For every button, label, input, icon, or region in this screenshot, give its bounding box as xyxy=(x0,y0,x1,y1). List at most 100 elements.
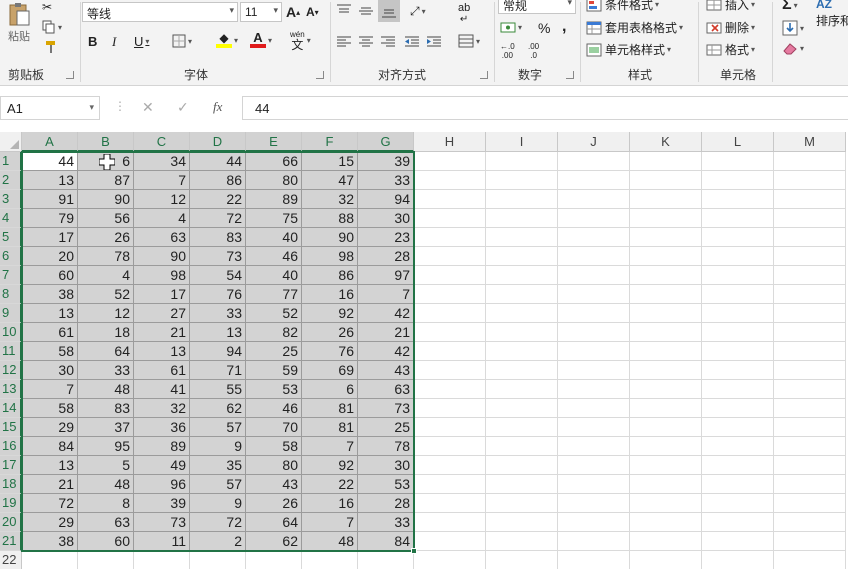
cell-k2[interactable] xyxy=(630,171,702,190)
underline-button[interactable]: U ▾ xyxy=(134,34,149,49)
cell-f5[interactable]: 90 xyxy=(302,228,358,247)
cell-f12[interactable]: 69 xyxy=(302,361,358,380)
autosum-button[interactable]: Σ ▾ xyxy=(782,0,798,14)
cell-g17[interactable]: 30 xyxy=(358,456,414,475)
cell-f20[interactable]: 7 xyxy=(302,513,358,532)
cell-g13[interactable]: 63 xyxy=(358,380,414,399)
cell-f7[interactable]: 86 xyxy=(302,266,358,285)
cell-a18[interactable]: 21 xyxy=(22,475,78,494)
cell-f18[interactable]: 22 xyxy=(302,475,358,494)
cell-l2[interactable] xyxy=(702,171,774,190)
cell-m15[interactable] xyxy=(774,418,846,437)
enter-icon[interactable]: ✓ xyxy=(177,99,189,116)
align-right-icon[interactable] xyxy=(380,36,396,48)
cell-l3[interactable] xyxy=(702,190,774,209)
cell-c6[interactable]: 90 xyxy=(134,247,190,266)
cell-f21[interactable]: 48 xyxy=(302,532,358,551)
row-header-21[interactable]: 21 xyxy=(0,532,22,551)
cell-i13[interactable] xyxy=(486,380,558,399)
cell-c9[interactable]: 27 xyxy=(134,304,190,323)
cell-a20[interactable]: 29 xyxy=(22,513,78,532)
cell-k11[interactable] xyxy=(630,342,702,361)
cell-k6[interactable] xyxy=(630,247,702,266)
cell-m16[interactable] xyxy=(774,437,846,456)
number-launcher-icon[interactable] xyxy=(566,71,574,79)
cell-h9[interactable] xyxy=(414,304,486,323)
cell-g1[interactable]: 39 xyxy=(358,152,414,171)
row-header-15[interactable]: 15 xyxy=(0,418,22,437)
cell-f22[interactable] xyxy=(302,551,358,569)
cell-e6[interactable]: 46 xyxy=(246,247,302,266)
cell-c14[interactable]: 32 xyxy=(134,399,190,418)
cell-c5[interactable]: 63 xyxy=(134,228,190,247)
middle-align-icon[interactable] xyxy=(358,4,374,18)
cell-j18[interactable] xyxy=(558,475,630,494)
cell-a14[interactable]: 58 xyxy=(22,399,78,418)
column-header-l[interactable]: L xyxy=(702,132,774,152)
cell-m22[interactable] xyxy=(774,551,846,569)
row-header-12[interactable]: 12 xyxy=(0,361,22,380)
cell-l13[interactable] xyxy=(702,380,774,399)
cell-c3[interactable]: 12 xyxy=(134,190,190,209)
cell-g11[interactable]: 42 xyxy=(358,342,414,361)
cell-k16[interactable] xyxy=(630,437,702,456)
cell-c7[interactable]: 98 xyxy=(134,266,190,285)
cell-c16[interactable]: 89 xyxy=(134,437,190,456)
format-as-table-button[interactable]: 套用表格格式 ▾ xyxy=(586,19,683,36)
row-header-13[interactable]: 13 xyxy=(0,380,22,399)
merge-center-icon[interactable]: ▾ xyxy=(458,34,480,48)
number-format-select[interactable]: 常规 ▾ xyxy=(498,0,576,14)
row-header-22[interactable]: 22 xyxy=(0,551,22,569)
cell-g8[interactable]: 7 xyxy=(358,285,414,304)
bold-button[interactable]: B xyxy=(88,34,97,49)
column-header-k[interactable]: K xyxy=(630,132,702,152)
cell-a4[interactable]: 79 xyxy=(22,209,78,228)
cell-e22[interactable] xyxy=(246,551,302,569)
percent-style-button[interactable]: % xyxy=(538,20,550,36)
cell-i1[interactable] xyxy=(486,152,558,171)
cell-j20[interactable] xyxy=(558,513,630,532)
cell-m6[interactable] xyxy=(774,247,846,266)
cell-l5[interactable] xyxy=(702,228,774,247)
cell-b16[interactable]: 95 xyxy=(78,437,134,456)
cell-a12[interactable]: 30 xyxy=(22,361,78,380)
cell-g6[interactable]: 28 xyxy=(358,247,414,266)
cell-j19[interactable] xyxy=(558,494,630,513)
cell-c22[interactable] xyxy=(134,551,190,569)
cell-a7[interactable]: 60 xyxy=(22,266,78,285)
cell-h3[interactable] xyxy=(414,190,486,209)
cell-k19[interactable] xyxy=(630,494,702,513)
cell-g3[interactable]: 94 xyxy=(358,190,414,209)
cell-l10[interactable] xyxy=(702,323,774,342)
cell-m14[interactable] xyxy=(774,399,846,418)
cell-h16[interactable] xyxy=(414,437,486,456)
format-button[interactable]: 格式 ▾ xyxy=(706,41,755,58)
cell-j6[interactable] xyxy=(558,247,630,266)
cell-e14[interactable]: 46 xyxy=(246,399,302,418)
cell-b8[interactable]: 52 xyxy=(78,285,134,304)
cell-e17[interactable]: 80 xyxy=(246,456,302,475)
orientation-icon[interactable]: ⤢ ▾ xyxy=(410,4,426,19)
cell-b7[interactable]: 4 xyxy=(78,266,134,285)
cell-d14[interactable]: 62 xyxy=(190,399,246,418)
font-size-select[interactable]: 11 ▾ xyxy=(240,2,282,22)
comma-style-button[interactable]: , xyxy=(562,18,566,36)
cell-k15[interactable] xyxy=(630,418,702,437)
row-header-1[interactable]: 1 xyxy=(0,152,22,171)
cell-e21[interactable]: 62 xyxy=(246,532,302,551)
cell-b2[interactable]: 87 xyxy=(78,171,134,190)
cell-b13[interactable]: 48 xyxy=(78,380,134,399)
grow-font-button[interactable]: A ▴ xyxy=(286,4,300,20)
cell-h20[interactable] xyxy=(414,513,486,532)
cell-m5[interactable] xyxy=(774,228,846,247)
cell-a8[interactable]: 38 xyxy=(22,285,78,304)
cell-f14[interactable]: 81 xyxy=(302,399,358,418)
select-all-corner[interactable] xyxy=(0,132,22,152)
cell-g5[interactable]: 23 xyxy=(358,228,414,247)
cell-a9[interactable]: 13 xyxy=(22,304,78,323)
cell-m7[interactable] xyxy=(774,266,846,285)
column-header-e[interactable]: E xyxy=(246,132,302,152)
cell-f9[interactable]: 92 xyxy=(302,304,358,323)
cell-b6[interactable]: 78 xyxy=(78,247,134,266)
cell-d16[interactable]: 9 xyxy=(190,437,246,456)
